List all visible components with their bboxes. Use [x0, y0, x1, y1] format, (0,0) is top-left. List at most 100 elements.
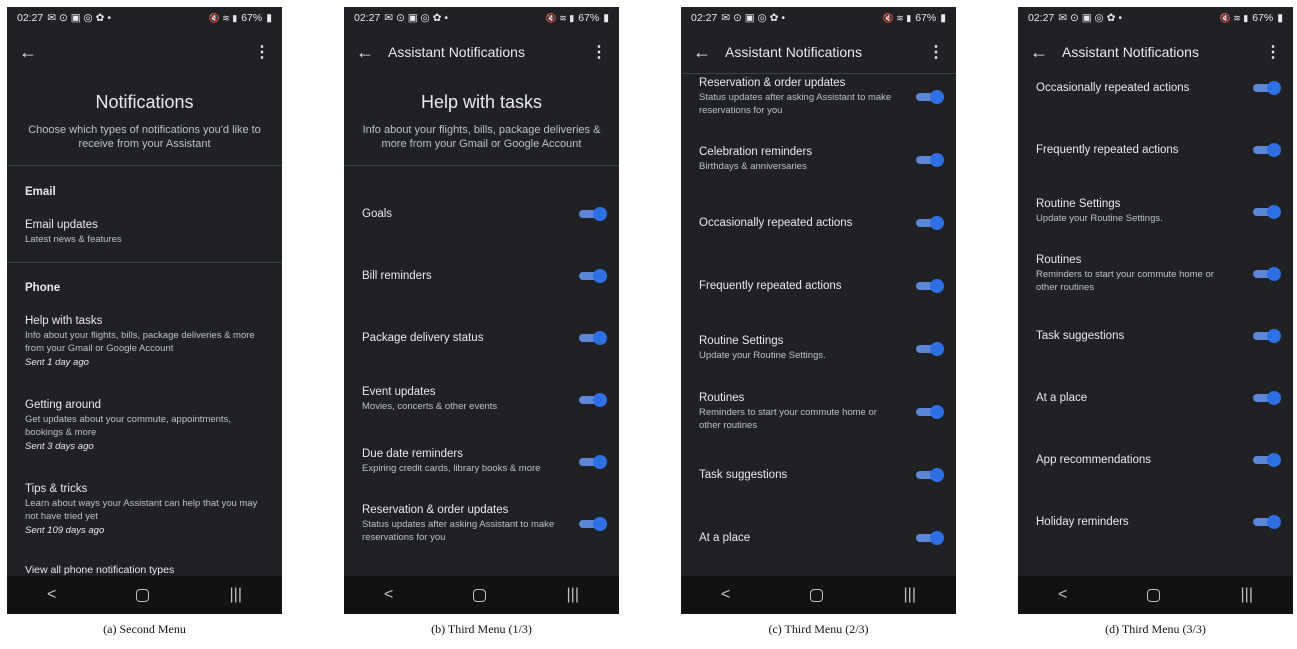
setting-text: Occasionally repeated actions	[1036, 82, 1231, 94]
nav-home-button[interactable]	[473, 588, 487, 602]
setting-row[interactable]: Routine Settings Update your Routine Sett…	[699, 332, 944, 366]
more-vert-icon[interactable]: ⋮	[591, 42, 607, 62]
toggle-switch[interactable]	[916, 342, 944, 356]
setting-text: Reservation & order updates Status update…	[362, 504, 557, 545]
setting-row[interactable]: App recommendations	[1036, 443, 1281, 477]
getting-around-item[interactable]: Getting around Get updates about your co…	[25, 399, 265, 452]
status-time: 02:27	[1028, 12, 1055, 24]
divider	[7, 165, 282, 166]
setting-title: Package delivery status	[362, 332, 484, 344]
nav-recents-button[interactable]: |||	[1241, 586, 1253, 604]
setting-text: Celebration reminders Birthdays & anniver…	[699, 146, 894, 174]
toggle-switch[interactable]	[579, 517, 607, 531]
back-arrow-icon[interactable]: ←	[19, 42, 45, 63]
more-vert-icon[interactable]: ⋮	[254, 42, 270, 62]
toggle-knob	[593, 393, 607, 407]
nav-home-button[interactable]	[136, 588, 150, 602]
nav-home-button[interactable]	[810, 588, 824, 602]
system-nav-bar: < |||	[681, 576, 956, 614]
setting-row[interactable]: At a place	[1036, 381, 1281, 415]
tips-tricks-item[interactable]: Tips & tricks Learn about ways your Assi…	[25, 483, 265, 536]
setting-row[interactable]: Frequently repeated actions	[1036, 133, 1281, 167]
toggle-switch[interactable]	[579, 331, 607, 345]
toggle-switch[interactable]	[1253, 143, 1281, 157]
toggle-knob	[930, 279, 944, 293]
toggle-switch[interactable]	[1253, 515, 1281, 529]
toggle-switch[interactable]	[579, 207, 607, 221]
back-arrow-icon[interactable]: ←	[356, 42, 382, 63]
setting-row[interactable]: Routine Settings Update your Routine Sett…	[1036, 195, 1281, 229]
item-subtitle: Latest news & features	[25, 234, 122, 245]
toggle-switch[interactable]	[1253, 81, 1281, 95]
setting-title: Reservation & order updates	[699, 76, 846, 89]
setting-row[interactable]: Task suggestions	[699, 458, 944, 492]
more-vert-icon[interactable]: ⋮	[1265, 42, 1281, 62]
toggle-knob	[930, 90, 944, 104]
back-arrow-icon[interactable]: ←	[1030, 42, 1056, 63]
toggle-switch[interactable]	[916, 153, 944, 167]
nav-back-button[interactable]: <	[721, 586, 730, 604]
nav-recents-button[interactable]: |||	[567, 586, 579, 604]
toggle-switch[interactable]	[1253, 391, 1281, 405]
battery-level: 67%	[915, 12, 937, 24]
toggle-switch[interactable]	[579, 393, 607, 407]
nav-back-button[interactable]: <	[47, 586, 56, 604]
email-updates-item[interactable]: Email updates Latest news & features	[25, 219, 265, 247]
setting-row[interactable]: Due date reminders Expiring credit cards,…	[362, 445, 607, 479]
more-vert-icon[interactable]: ⋮	[928, 42, 944, 62]
view-all-link[interactable]: View all phone notification types	[25, 564, 265, 576]
toggle-switch[interactable]	[1253, 453, 1281, 467]
setting-text: Occasionally repeated actions	[699, 217, 894, 229]
phone-screen-b: 02:27 ✉ ⊙ ▣ ◎ ✿ • 🔇 ≋ ▮ 67% ▮ ← Assistant N…	[344, 7, 619, 614]
nav-home-button[interactable]	[1147, 588, 1161, 602]
toggle-switch[interactable]	[1253, 329, 1281, 343]
setting-text: Routine Settings Update your Routine Sett…	[699, 335, 894, 363]
toggle-switch[interactable]	[579, 269, 607, 283]
nav-back-button[interactable]: <	[384, 586, 393, 604]
setting-row[interactable]: Holiday reminders	[1036, 505, 1281, 539]
setting-text: Holiday reminders	[1036, 516, 1231, 528]
toggle-switch[interactable]	[916, 405, 944, 419]
help-with-tasks-item[interactable]: Help with tasks Info about your flights,…	[25, 315, 265, 368]
setting-text: Task suggestions	[699, 469, 894, 481]
toggle-knob	[1267, 205, 1281, 219]
setting-row[interactable]: Occasionally repeated actions	[1036, 71, 1281, 105]
item-sent-time: Sent 1 day ago	[25, 356, 89, 368]
nav-back-button[interactable]: <	[1058, 586, 1067, 604]
nav-recents-button[interactable]: |||	[904, 586, 916, 604]
toggle-knob	[1267, 391, 1281, 405]
app-bar-title: Assistant Notifications	[388, 44, 525, 60]
toggle-switch[interactable]	[1253, 267, 1281, 281]
setting-title: Bill reminders	[362, 270, 432, 282]
setting-row[interactable]: Event updates Movies, concerts & other ev…	[362, 383, 607, 417]
setting-row[interactable]: At a place	[699, 521, 944, 555]
back-arrow-icon[interactable]: ←	[693, 42, 719, 63]
item-sent-time: Sent 3 days ago	[25, 440, 94, 452]
toggle-switch[interactable]	[916, 216, 944, 230]
setting-row[interactable]: Bill reminders	[362, 259, 607, 293]
setting-row[interactable]: Reservation & order updates Status update…	[362, 504, 607, 543]
setting-row[interactable]: Package delivery status	[362, 321, 607, 355]
setting-row[interactable]: Task suggestions	[1036, 319, 1281, 353]
setting-text: Event updates Movies, concerts & other ev…	[362, 386, 557, 414]
toggle-switch[interactable]	[916, 90, 944, 104]
app-bar: ← Assistant Notifications ⋮	[1018, 37, 1293, 67]
setting-row[interactable]: Routines Reminders to start your commute …	[699, 392, 944, 431]
toggle-switch[interactable]	[579, 455, 607, 469]
setting-row[interactable]: Occasionally repeated actions	[699, 206, 944, 240]
setting-row[interactable]: Reservation & order updates Status update…	[699, 76, 944, 116]
setting-row[interactable]: Celebration reminders Birthdays & anniver…	[699, 143, 944, 177]
setting-row[interactable]: Routines Reminders to start your commute …	[1036, 254, 1281, 293]
toggle-knob	[1267, 81, 1281, 95]
toggle-switch[interactable]	[1253, 205, 1281, 219]
battery-icon: ▮	[603, 12, 609, 24]
toggle-switch[interactable]	[916, 531, 944, 545]
setting-row[interactable]: Frequently repeated actions	[699, 269, 944, 303]
setting-title: Reservation & order updates	[362, 503, 509, 516]
nav-recents-button[interactable]: |||	[230, 586, 242, 604]
toggle-switch[interactable]	[916, 468, 944, 482]
item-sent-time: Sent 109 days ago	[25, 524, 105, 536]
toggle-switch[interactable]	[916, 279, 944, 293]
setting-row[interactable]: Goals	[362, 197, 607, 231]
toggle-knob	[593, 455, 607, 469]
